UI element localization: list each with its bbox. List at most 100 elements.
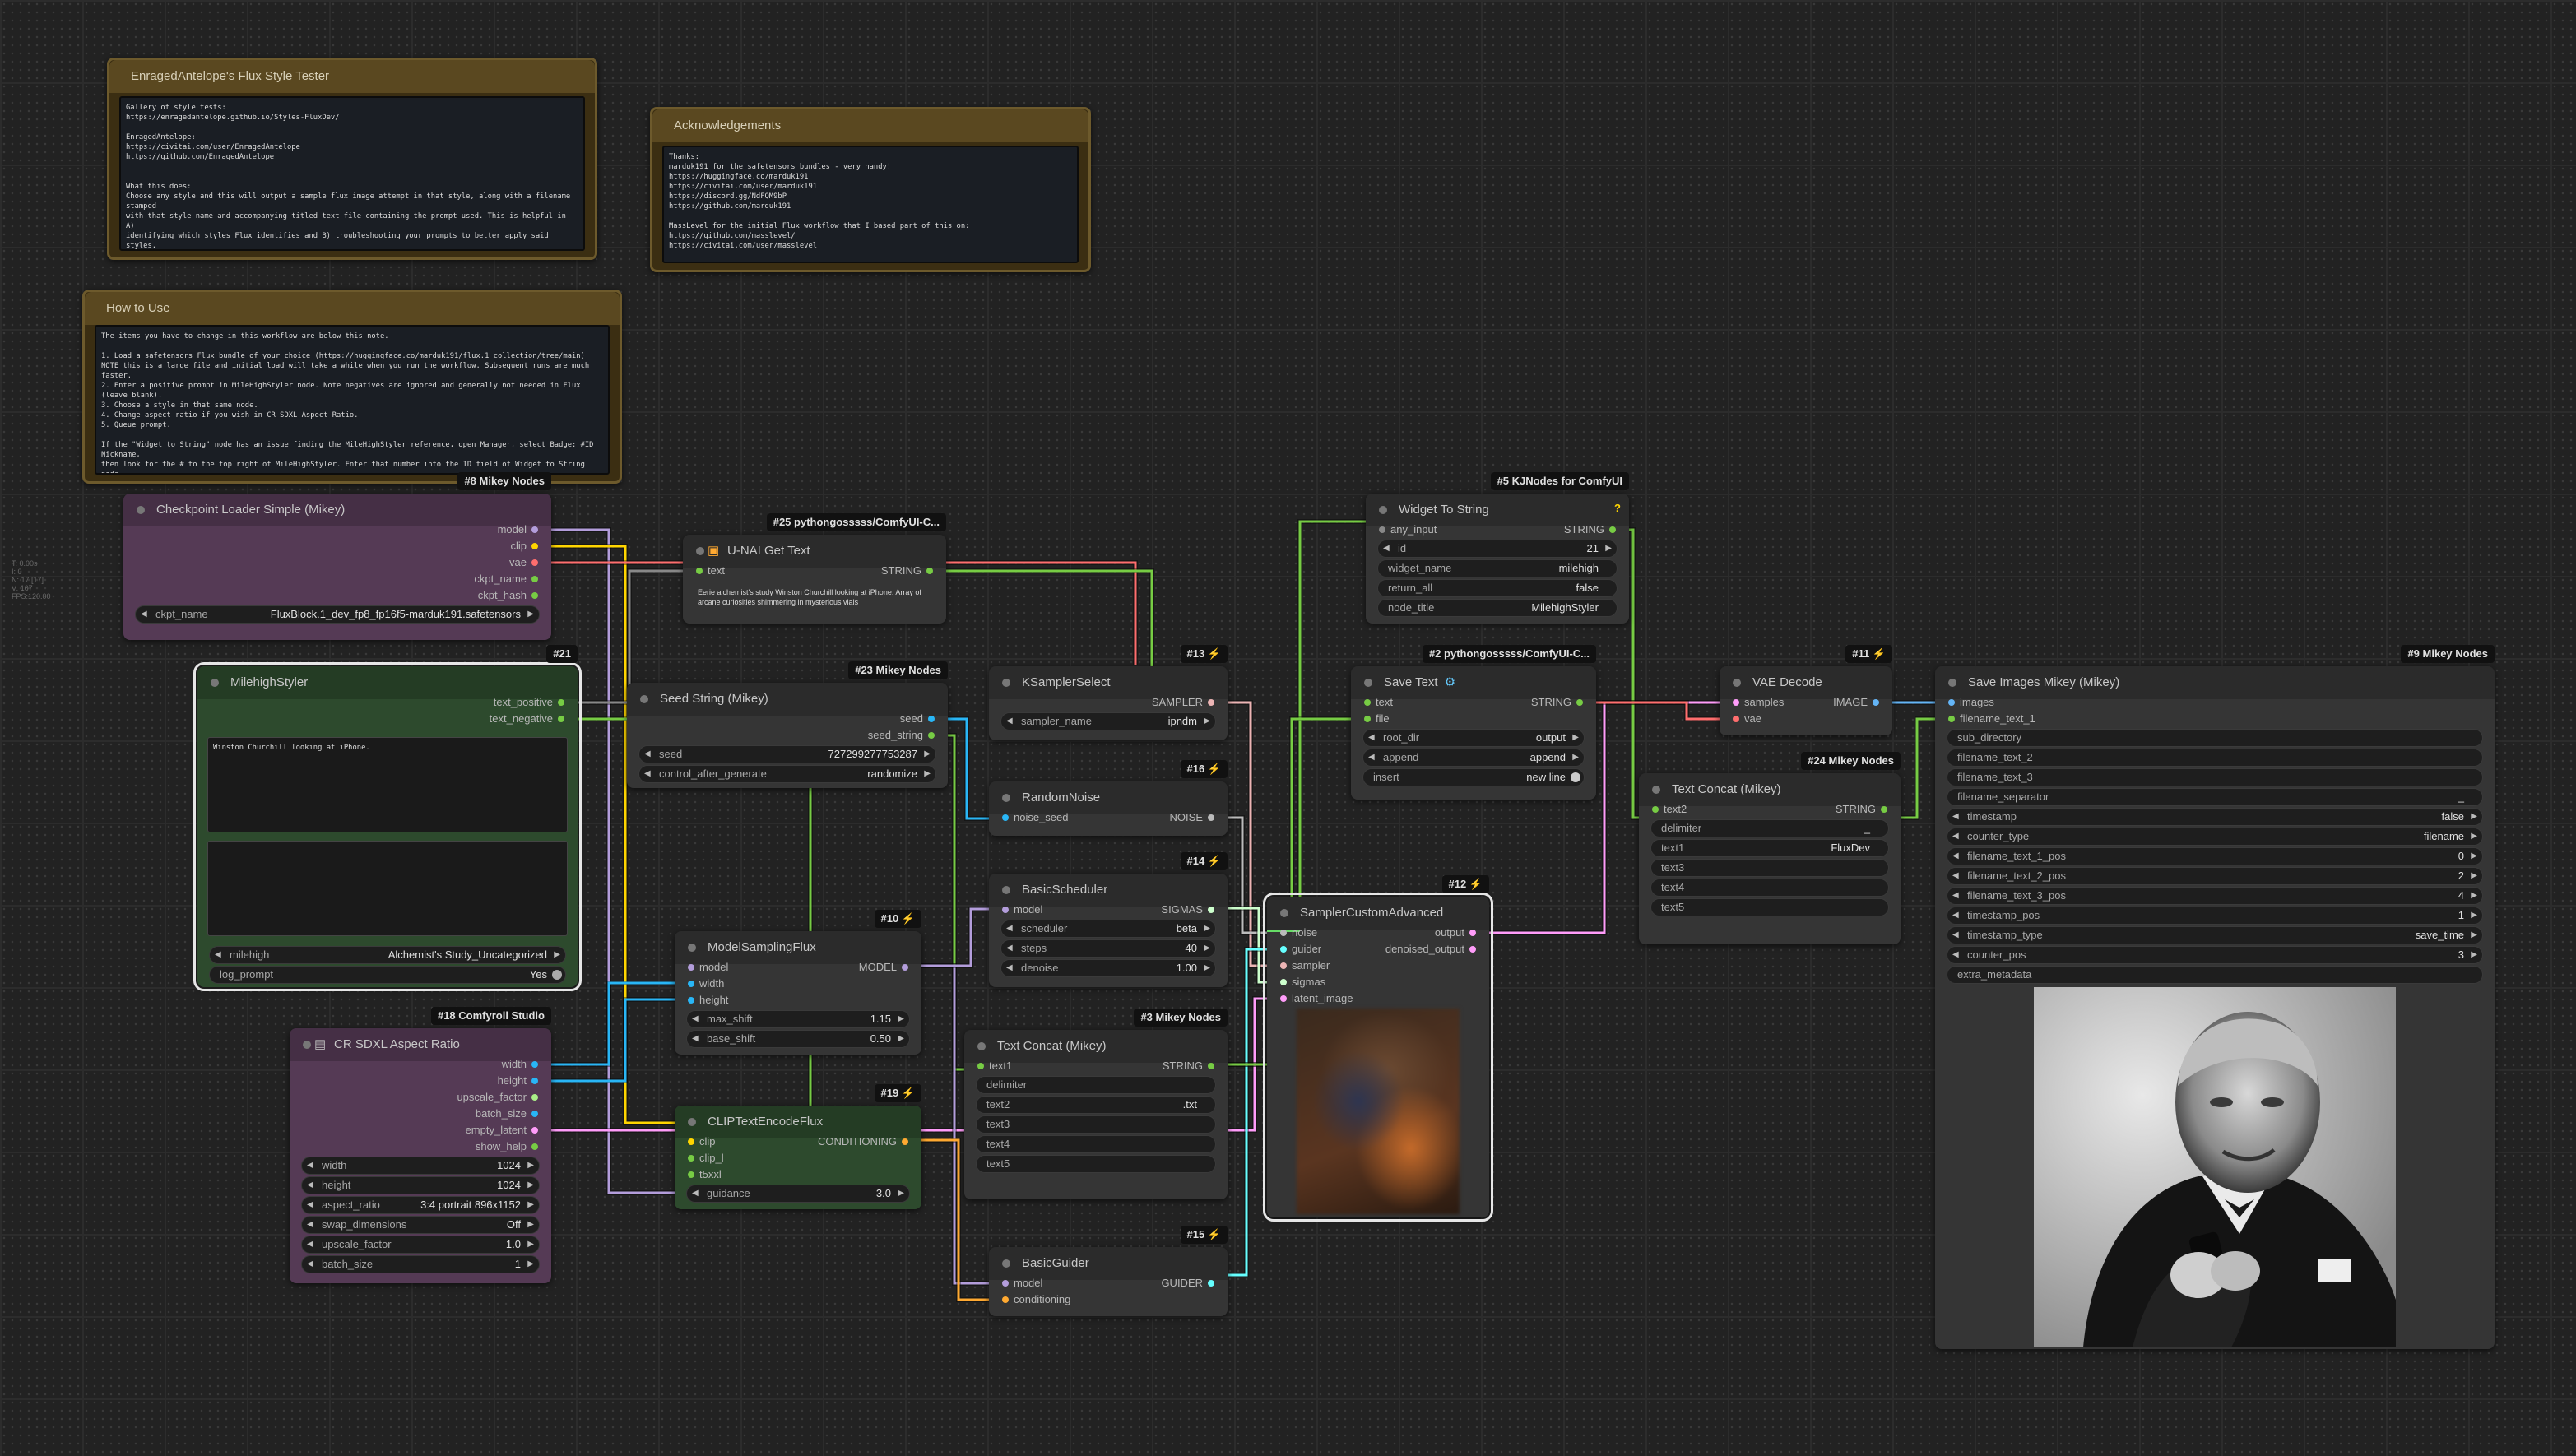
input-text2[interactable]: text2 [1652,801,1687,818]
node-milehigh-styler[interactable]: #21 MilehighStyler text_positive text_ne… [193,645,582,991]
output-vae[interactable]: vae [509,554,538,571]
widget-swap-dimensions[interactable]: swap_dimensionsOff [301,1216,540,1234]
input-noise-seed[interactable]: noise_seed [1002,809,1069,826]
output-string[interactable]: STRING [881,563,933,579]
widget-filename-text-1-pos[interactable]: filename_text_1_pos0 [1947,847,2483,865]
output-string[interactable]: STRING [1531,694,1583,711]
widget-max-shift[interactable]: max_shift1.15 [686,1010,910,1028]
output-seed-string[interactable]: seed_string [868,727,935,744]
widget-seed[interactable]: seed727299277753287 [638,745,936,763]
input-sampler[interactable]: sampler [1280,958,1330,974]
node-text-concat-24[interactable]: #24 Mikey Nodes Text Concat (Mikey) text… [1639,752,1901,944]
node-cr-sdxl-aspect-ratio[interactable]: #18 Comfyroll Studio ▤ CR SDXL Aspect Rat… [290,1007,551,1283]
node-sampler-custom-advanced[interactable]: #12 ⚡ SamplerCustomAdvanced noise guider… [1263,875,1493,1222]
widget-append[interactable]: appendappend [1362,749,1585,767]
field-delimiter[interactable]: delimiter _ [1650,819,1889,837]
widget-sampler-name[interactable]: sampler_nameipndm [1000,712,1216,730]
output-model[interactable]: model [498,522,538,538]
field-filename-text-2[interactable]: filename_text_2 [1947,749,2483,767]
toggle-log-prompt[interactable]: log_prompt Yes [209,966,566,984]
output-seed[interactable]: seed [900,711,935,727]
field-delimiter[interactable]: delimiter [976,1076,1216,1094]
output-batch-size[interactable]: batch_size [476,1106,538,1122]
widget-height[interactable]: height1024 [301,1176,540,1194]
input-clip-l[interactable]: clip_l [688,1150,724,1166]
input-model[interactable]: model [688,959,728,976]
input-latent-image[interactable]: latent_image [1280,990,1353,1007]
widget-id[interactable]: id21 [1377,540,1618,558]
output-height[interactable]: height [498,1073,538,1089]
output-text-positive[interactable]: text_positive [494,694,564,711]
widget-filename-text-2-pos[interactable]: filename_text_2_pos2 [1947,867,2483,885]
node-random-noise[interactable]: #16 ⚡ RandomNoise noise_seed NOISE [989,760,1228,836]
widget-base-shift[interactable]: base_shift0.50 [686,1030,910,1048]
toggle-return-all[interactable]: return_all false [1377,579,1618,597]
input-height[interactable]: height [688,992,728,1009]
negative-prompt-textarea[interactable] [207,841,568,936]
output-model[interactable]: MODEL [859,959,908,976]
note-style-tester[interactable]: EnragedAntelope's Flux Style Tester Gall… [107,58,597,260]
output-denoised[interactable]: denoised_output [1385,941,1476,958]
node-basic-guider[interactable]: #15 ⚡ BasicGuider model conditioning GUI… [989,1226,1228,1316]
input-clip[interactable]: clip [688,1134,716,1150]
input-samples[interactable]: samples [1733,694,1784,711]
input-text[interactable]: text [1364,694,1393,711]
positive-prompt-textarea[interactable]: Winston Churchill looking at iPhone. [207,737,568,832]
output-conditioning[interactable]: CONDITIONING [818,1134,908,1150]
widget-timestamp-pos[interactable]: timestamp_pos1 [1947,907,2483,925]
output-image[interactable]: IMAGE [1833,694,1879,711]
output-empty-latent[interactable]: empty_latent [466,1122,538,1138]
node-seed-string[interactable]: #23 Mikey Nodes Seed String (Mikey) seed… [627,661,948,788]
widget-counter-type[interactable]: counter_typefilename [1947,828,2483,846]
widget-root-dir[interactable]: root_diroutput [1362,729,1585,747]
widget-scheduler[interactable]: schedulerbeta [1000,920,1216,938]
output-noise[interactable]: NOISE [1170,809,1214,826]
output-sampler[interactable]: SAMPLER [1152,694,1214,711]
output-clip[interactable]: clip [510,538,538,554]
output-ckpt-hash[interactable]: ckpt_hash [478,587,538,604]
field-text3[interactable]: text3 [1650,859,1889,877]
output-text-negative[interactable]: text_negative [490,711,564,727]
widget-width[interactable]: width1024 [301,1157,540,1175]
input-images[interactable]: images [1948,694,1994,711]
output-string[interactable]: STRING [1836,801,1887,818]
widget-node-title[interactable]: node_title MilehighStyler [1377,599,1618,617]
output-sigmas[interactable]: SIGMAS [1161,902,1214,918]
widget-filename-text-3-pos[interactable]: filename_text_3_pos4 [1947,887,2483,905]
node-vae-decode[interactable]: #11 ⚡ VAE Decode samples vae IMAGE [1720,645,1892,735]
field-text5[interactable]: text5 [1650,898,1889,916]
node-text-concat-3[interactable]: #3 Mikey Nodes Text Concat (Mikey) text1… [964,1009,1228,1199]
field-text5[interactable]: text5 [976,1155,1216,1173]
toggle-insert[interactable]: insert new line [1362,768,1585,786]
input-width[interactable]: width [688,976,724,992]
node-clip-text-encode-flux[interactable]: #19 ⚡ CLIPTextEncodeFlux clip clip_l t5x… [675,1084,921,1209]
output-upscale-factor[interactable]: upscale_factor [457,1089,538,1106]
node-basic-scheduler[interactable]: #14 ⚡ BasicScheduler model SIGMAS schedu… [989,852,1228,987]
input-text[interactable]: text [696,563,725,579]
output-width[interactable]: width [502,1056,538,1073]
widget-timestamp-type[interactable]: timestamp_typesave_time [1947,926,2483,944]
output-output[interactable]: output [1435,925,1476,941]
input-conditioning[interactable]: conditioning [1002,1291,1070,1308]
node-unai-get-text[interactable]: #25 pythongosssss/ComfyUI-C... ▣ U-NAI Ge… [683,513,946,624]
input-file[interactable]: file [1364,711,1390,727]
widget-widget-name[interactable]: widget_name milehigh [1377,559,1618,577]
output-string[interactable]: STRING [1564,522,1616,538]
field-extra-metadata[interactable]: extra_metadata [1947,966,2483,984]
output-guider[interactable]: GUIDER [1161,1275,1214,1291]
widget-control-after-generate[interactable]: control_after_generaterandomize [638,765,936,783]
widget-guidance[interactable]: guidance3.0 [686,1185,910,1203]
input-filename-text-1[interactable]: filename_text_1 [1948,711,2035,727]
node-checkpoint-loader[interactable]: #8 Mikey Nodes Checkpoint Loader Simple … [123,472,551,640]
widget-counter-pos[interactable]: counter_pos3 [1947,946,2483,964]
field-filename-text-3[interactable]: filename_text_3 [1947,768,2483,786]
node-widget-to-string[interactable]: #5 KJNodes for ComfyUI Widget To String … [1366,472,1629,624]
input-any[interactable]: any_input [1379,522,1437,538]
input-t5xxl[interactable]: t5xxl [688,1166,722,1183]
help-icon[interactable]: ? [1614,502,1621,514]
input-text1[interactable]: text1 [977,1058,1012,1074]
field-filename-separator[interactable]: filename_separator _ [1947,788,2483,806]
widget-ckpt-name[interactable]: ckpt_nameFluxBlock.1_dev_fp8_fp16f5-mard… [135,605,540,624]
widget-upscale-factor[interactable]: upscale_factor1.0 [301,1236,540,1254]
field-text4[interactable]: text4 [976,1135,1216,1153]
